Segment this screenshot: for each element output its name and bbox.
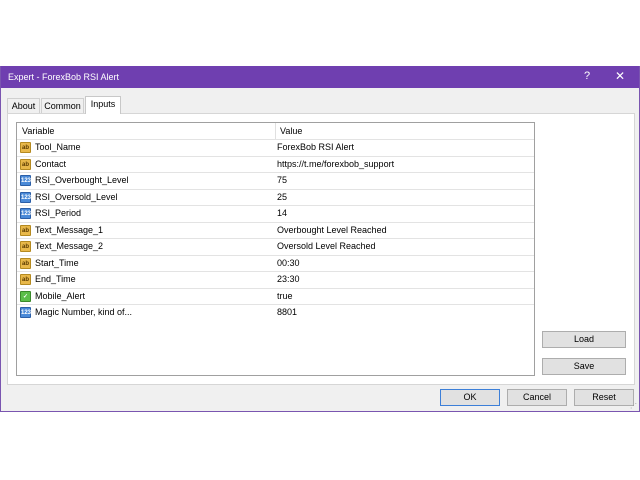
close-icon[interactable]: ✕ [613,69,627,83]
table-row[interactable]: 123 RSI_Period 14 [17,205,534,221]
cancel-button[interactable]: Cancel [507,389,567,406]
integer-icon: 123 [20,175,31,186]
variable-value[interactable]: Overbought Level Reached [277,223,387,238]
tab-about[interactable]: About [7,98,40,113]
bool-icon: ✓ [20,290,31,302]
variable-name: Mobile_Alert [35,290,86,301]
string-icon: ab [20,257,31,269]
title-bar[interactable]: Expert - ForexBob RSI Alert ? ✕ [1,66,639,88]
variable-name: Start_Time [35,257,79,268]
string-icon: ab [20,241,31,252]
tab-common[interactable]: Common [41,98,84,113]
integer-icon: 123 [20,208,31,219]
column-header-variable[interactable]: Variable [22,123,54,139]
table-row[interactable]: ab End_Time 23:30 [17,271,534,287]
variable-value[interactable]: true [277,289,293,304]
variable-name: Contact [35,158,67,169]
variable-value[interactable]: ForexBob RSI Alert [277,140,354,155]
ok-button[interactable]: OK [440,389,500,406]
help-icon[interactable]: ? [581,70,593,82]
variable-name: Text_Message_1 [35,224,104,235]
variable-value[interactable]: 8801 [277,305,297,320]
variable-value[interactable]: 00:30 [277,256,300,271]
inputs-table[interactable]: Variable Value ab Tool_Name ForexBob RSI A… [16,122,535,376]
load-button[interactable]: Load [542,331,626,348]
save-button[interactable]: Save [542,358,626,375]
variable-name: End_Time [35,274,76,284]
table-row[interactable]: 123 RSI_Overbought_Level 75 [17,172,534,188]
variable-name: Text_Message_2 [35,241,104,251]
variable-value[interactable]: 75 [277,173,287,188]
string-icon: ab [20,142,31,153]
expert-dialog: Expert - ForexBob RSI Alert ? ✕ About Co… [0,66,640,412]
variable-name: RSI_Oversold_Level [35,191,118,202]
variable-name: Tool_Name [35,142,81,152]
integer-icon: 123 [20,307,31,318]
table-row[interactable]: ab Contact https://t.me/forexbob_support [17,155,534,172]
variable-value[interactable]: https://t.me/forexbob_support [277,157,394,172]
reset-button[interactable]: Reset [574,389,634,406]
table-row[interactable]: ✓ Mobile_Alert true [17,287,534,304]
variable-value[interactable]: 25 [277,190,287,205]
table-row[interactable]: 123 Magic Number, kind of... 8801 [17,304,534,320]
column-header-value[interactable]: Value [280,123,302,139]
inputs-panel: Variable Value ab Tool_Name ForexBob RSI A… [7,113,635,385]
variable-name: RSI_Overbought_Level [35,175,129,185]
integer-icon: 123 [20,191,31,203]
table-row[interactable]: 123 RSI_Oversold_Level 25 [17,188,534,205]
string-icon: ab [20,158,31,170]
variable-name: RSI_Period [35,208,82,218]
table-row[interactable]: ab Text_Message_2 Oversold Level Reached [17,238,534,254]
variable-name: Magic Number, kind of... [35,307,133,317]
table-row[interactable]: ab Tool_Name ForexBob RSI Alert [17,139,534,155]
table-row[interactable]: ab Text_Message_1 Overbought Level Reached [17,221,534,238]
tab-inputs[interactable]: Inputs [85,96,121,114]
column-divider[interactable] [275,123,276,139]
variable-value[interactable]: 23:30 [277,272,300,287]
variable-value[interactable]: Oversold Level Reached [277,239,376,254]
window-title: Expert - ForexBob RSI Alert [8,72,120,82]
table-row[interactable]: ab Start_Time 00:30 [17,254,534,271]
string-icon: ab [20,224,31,236]
variable-value[interactable]: 14 [277,206,287,221]
resize-grip-icon[interactable]: ⋰ [630,402,637,410]
string-icon: ab [20,274,31,285]
